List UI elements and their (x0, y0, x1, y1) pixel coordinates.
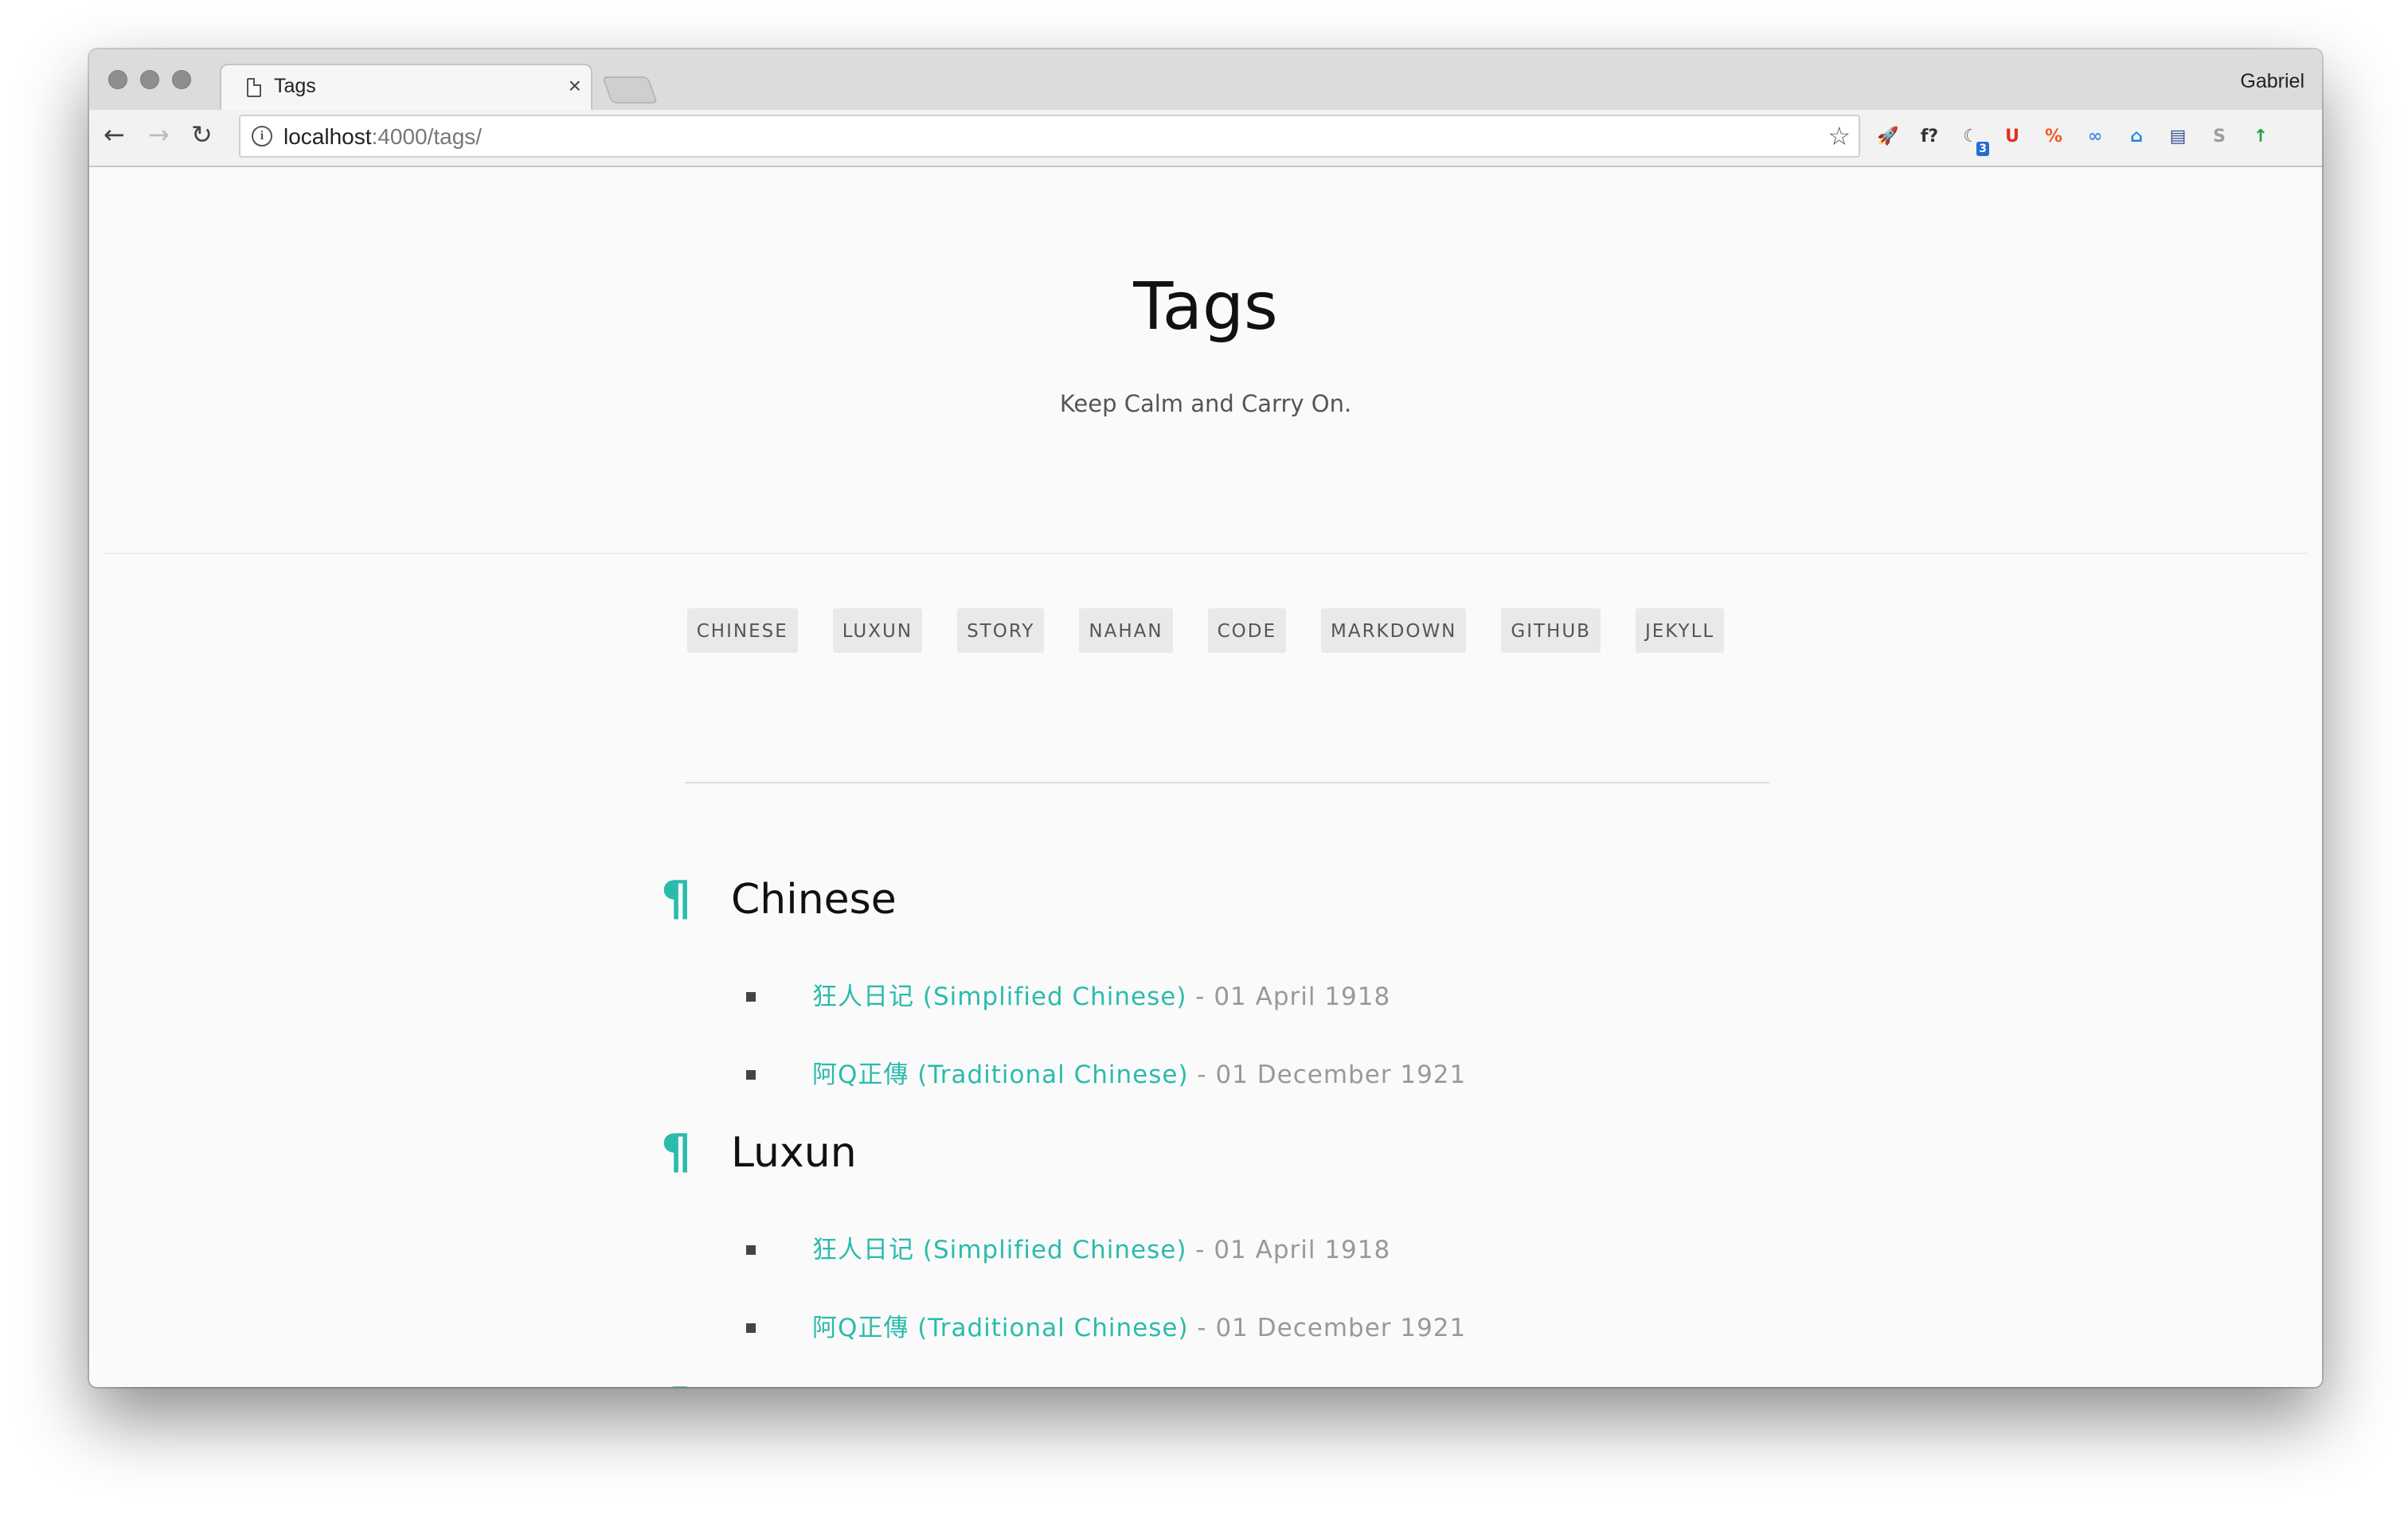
list-item: 阿Q正傳 (Traditional Chinese) - 01 December… (812, 1054, 1466, 1090)
tag-markdown[interactable]: MARKDOWN (1320, 608, 1467, 653)
shield-red-icon[interactable]: U (1997, 121, 2027, 151)
post-date: - 01 December 1921 (1188, 1314, 1467, 1342)
infinity-icon[interactable]: ∞ (2080, 121, 2110, 151)
list-bullet (746, 1323, 756, 1333)
tag-jekyll[interactable]: JEKYLL (1635, 608, 1725, 653)
section-heading-story: Story (731, 1382, 840, 1387)
tab-tags[interactable]: Tags × (220, 64, 592, 111)
list-bullet (746, 992, 756, 1002)
tag-chinese[interactable]: CHINESE (686, 608, 798, 653)
tab-strip: Tags × Gabriel (89, 49, 2322, 111)
back-arrow-icon[interactable]: ← (104, 119, 125, 150)
browser-window: Tags × Gabriel ← → ↻ i localhost:4000/ta… (89, 49, 2322, 1387)
post-link[interactable]: 狂人日记 (Simplified Chinese) (812, 1236, 1186, 1264)
book-icon[interactable]: ▤ (2163, 121, 2193, 151)
tag-story[interactable]: STORY (957, 608, 1045, 653)
forward-arrow-icon[interactable]: → (148, 119, 170, 150)
new-tab-button[interactable] (601, 76, 659, 104)
tag-cloud: CHINESE LUXUN STORY NAHAN CODE MARKDOWN GITHUB… (89, 608, 2322, 653)
address-bar[interactable]: i localhost:4000/tags/ ☆ (239, 115, 1860, 158)
close-window-button[interactable] (108, 70, 127, 89)
rocket-icon[interactable]: 🚀 (1873, 121, 1903, 151)
url-text[interactable]: localhost:4000/tags/ (283, 124, 482, 150)
moon-badge-icon[interactable]: ☾ 3 (1956, 121, 1989, 156)
list-bullet (746, 1070, 756, 1080)
anchor-pilcrow-icon[interactable]: ¶ (661, 1377, 691, 1387)
minimize-window-button[interactable] (140, 70, 159, 89)
anchor-pilcrow-icon[interactable]: ¶ (661, 871, 691, 927)
close-tab-icon[interactable]: × (569, 73, 581, 99)
tag-nahan[interactable]: NAHAN (1079, 608, 1173, 653)
reload-icon[interactable]: ↻ (191, 119, 213, 150)
zoom-window-button[interactable] (172, 70, 191, 89)
upload-green-icon[interactable]: ↑ (2246, 121, 2276, 151)
page-subtitle: Keep Calm and Carry On. (1059, 390, 1352, 417)
window-controls (108, 70, 191, 89)
post-link[interactable]: 阿Q正傳 (Traditional Chinese) (812, 1061, 1189, 1089)
header-divider (104, 553, 2308, 554)
section-heading-luxun: Luxun (731, 1129, 857, 1177)
list-item: 狂人日记 (Simplified Chinese) - 01 April 191… (812, 976, 1390, 1012)
post-date: - 01 April 1918 (1186, 983, 1391, 1011)
section-heading-chinese: Chinese (731, 876, 897, 924)
percent-icon[interactable]: % (2039, 121, 2069, 151)
post-link[interactable]: 狂人日记 (Simplified Chinese) (812, 983, 1186, 1011)
post-date: - 01 April 1918 (1186, 1236, 1391, 1264)
bank-icon[interactable]: ⌂ (2121, 121, 2152, 151)
list-item: 狂人日记 (Simplified Chinese) - 01 April 191… (812, 1229, 1390, 1265)
page-content: Tags Keep Calm and Carry On. CHINESE LUXU… (89, 167, 2322, 1387)
fx-icon[interactable]: f? (1914, 121, 1945, 151)
extension-badge: 3 (1976, 142, 1989, 156)
tag-luxun[interactable]: LUXUN (832, 608, 923, 653)
tag-code[interactable]: CODE (1207, 608, 1286, 653)
list-bullet (746, 1245, 756, 1255)
list-item: 阿Q正傳 (Traditional Chinese) - 01 December… (812, 1307, 1466, 1343)
extensions-bar: 🚀 f? ☾ 3 U% ∞ ⌂ ▤ S ↑ (1873, 121, 2276, 156)
content-divider (685, 782, 1769, 783)
s-icon[interactable]: S (2204, 121, 2234, 151)
post-link[interactable]: 阿Q正傳 (Traditional Chinese) (812, 1314, 1189, 1342)
anchor-pilcrow-icon[interactable]: ¶ (661, 1124, 691, 1180)
page-title: Tags (1133, 269, 1278, 345)
bookmark-star-icon[interactable]: ☆ (1828, 121, 1851, 151)
page-icon (247, 78, 261, 97)
browser-toolbar: ← → ↻ i localhost:4000/tags/ ☆ 🚀 f? ☾ 3 U% ∞ ⌂… (89, 110, 2322, 167)
post-date: - 01 December 1921 (1188, 1061, 1467, 1089)
info-icon[interactable]: i (252, 126, 272, 147)
tag-github[interactable]: GITHUB (1501, 608, 1601, 653)
profile-name[interactable]: Gabriel (2240, 70, 2304, 93)
tab-title: Tags (274, 75, 316, 97)
